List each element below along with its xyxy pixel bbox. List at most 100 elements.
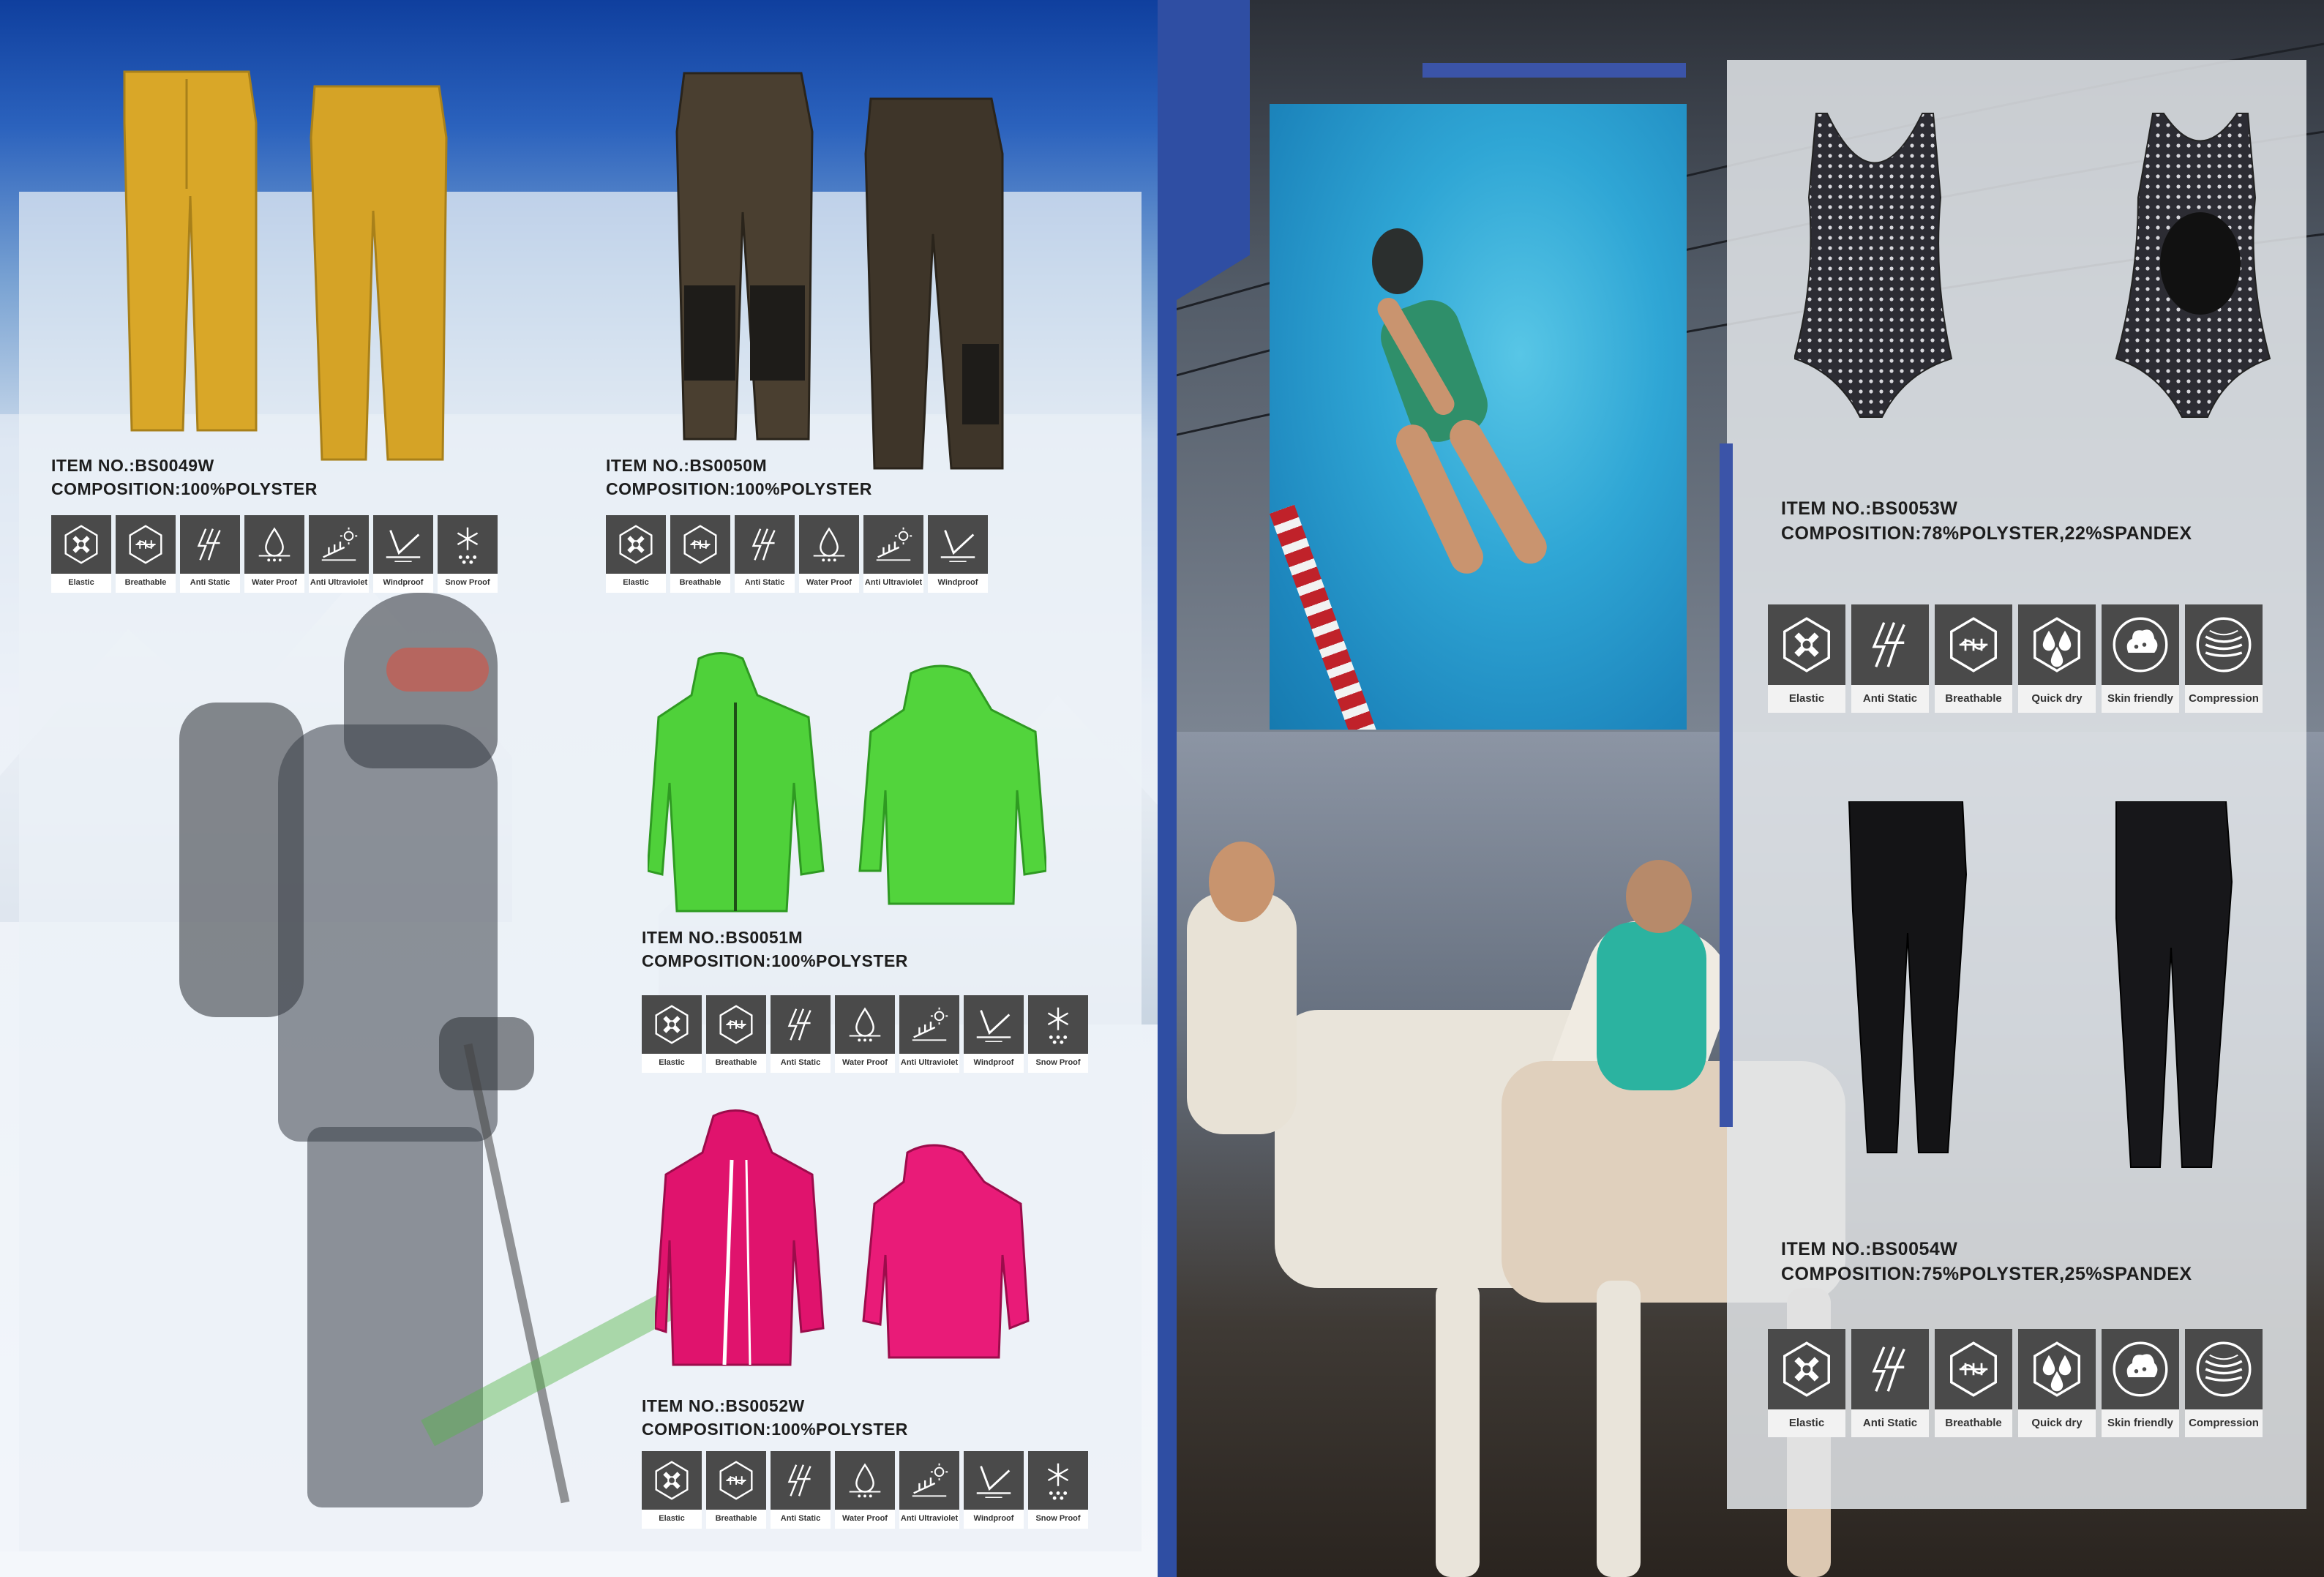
feature-label: Elastic [1788, 692, 1825, 705]
feature-badge: Elastic [51, 515, 111, 593]
snow-proof-icon [1028, 1451, 1088, 1510]
elastic-icon [1768, 1329, 1845, 1409]
feature-badge: Windproof [964, 995, 1024, 1073]
item-number: ITEM NO.:BS0051M [642, 928, 803, 947]
feature-badge: Anti Static [771, 1451, 831, 1529]
feature-label: Anti Static [190, 578, 230, 588]
product-image-bs0052w [655, 1109, 1030, 1366]
breathable-icon [1935, 604, 2012, 685]
feature-badge: Compression [2185, 1329, 2263, 1437]
feature-label: Anti Ultraviolet [310, 578, 368, 588]
anti-ultraviolet-icon [899, 1451, 959, 1510]
product-label-bs0050m: ITEM NO.:BS0050M COMPOSITION:100%POLYSTE… [606, 454, 872, 501]
feature-badge: Snow Proof [1028, 995, 1088, 1073]
feature-label: Snow Proof [1035, 1514, 1081, 1524]
feature-label: Anti Static [780, 1058, 821, 1068]
composition: COMPOSITION:100%POLYSTER [642, 951, 908, 970]
feature-badge: Water Proof [244, 515, 304, 593]
feature-badge: Windproof [964, 1451, 1024, 1529]
elastic-icon [642, 1451, 702, 1510]
feature-badge: Elastic [642, 1451, 702, 1529]
feature-label: Anti Static [744, 578, 785, 588]
feature-label: Quick dry [2031, 692, 2083, 705]
page-divider-accent [1177, 0, 1250, 300]
item-number: ITEM NO.:BS0054W [1781, 1239, 1958, 1259]
feature-label: Anti Static [1862, 692, 1918, 705]
breathable-icon [1935, 1329, 2012, 1409]
anti-static-icon [771, 995, 831, 1054]
accent-bar [1720, 443, 1733, 1127]
product-label-bs0051m: ITEM NO.:BS0051M COMPOSITION:100%POLYSTE… [642, 926, 908, 973]
product-label-bs0054w: ITEM NO.:BS0054W COMPOSITION:75%POLYSTER… [1781, 1237, 2192, 1286]
feature-badge: Anti Static [1851, 604, 1929, 713]
feature-badge: Compression [2185, 604, 2263, 713]
feature-label: Elastic [659, 1514, 685, 1524]
feature-label: Windproof [937, 578, 978, 588]
feature-badge: Snow Proof [438, 515, 498, 593]
feature-label: Compression [2189, 1417, 2259, 1430]
feature-label: Breathable [124, 578, 167, 588]
feature-label: Snow Proof [445, 578, 490, 588]
compression-icon [2185, 604, 2263, 685]
anti-static-icon [1851, 1329, 1929, 1409]
feature-badge: Anti Static [735, 515, 795, 593]
anti-ultraviolet-icon [309, 515, 369, 574]
feature-label: Anti Static [1862, 1417, 1918, 1430]
anti-static-icon [735, 515, 795, 574]
item-number: ITEM NO.:BS0049W [51, 456, 214, 475]
quick-dry-icon [2018, 604, 2096, 685]
feature-label: Windproof [383, 578, 424, 588]
feature-badge: Elastic [1768, 1329, 1845, 1437]
feature-icons-bs0049w: Elastic Breathable Anti Static Water Proof A… [51, 515, 498, 593]
elastic-icon [642, 995, 702, 1054]
anti-static-icon [1851, 604, 1929, 685]
anti-static-icon [771, 1451, 831, 1510]
feature-badge: Elastic [606, 515, 666, 593]
water-proof-icon [835, 1451, 895, 1510]
feature-badge: Anti Ultraviolet [863, 515, 923, 593]
windproof-icon [964, 1451, 1024, 1510]
item-number: ITEM NO.:BS0052W [642, 1396, 805, 1415]
feature-label: Snow Proof [1035, 1058, 1081, 1068]
feature-badge: Skin friendly [2102, 1329, 2179, 1437]
feature-badge: Water Proof [799, 515, 859, 593]
feature-icons-bs0050m: Elastic Breathable Anti Static Water Proof A… [606, 515, 988, 593]
feature-badge: Quick dry [2018, 604, 2096, 713]
feature-label: Breathable [1945, 692, 2002, 705]
product-image-bs0049w [123, 70, 448, 461]
feature-badge: Anti Ultraviolet [899, 995, 959, 1073]
feature-badge: Snow Proof [1028, 1451, 1088, 1529]
product-label-bs0052w: ITEM NO.:BS0052W COMPOSITION:100%POLYSTE… [642, 1394, 908, 1441]
feature-badge: Breathable [116, 515, 176, 593]
feature-badge: Elastic [642, 995, 702, 1073]
feature-label: Elastic [659, 1058, 685, 1068]
feature-icons-bs0052w: Elastic Breathable Anti Static Water Proof A… [642, 1451, 1088, 1529]
feature-icons-bs0051m: Elastic Breathable Anti Static Water Proof A… [642, 995, 1088, 1073]
product-image-bs0050m [675, 72, 1004, 470]
composition: COMPOSITION:100%POLYSTER [51, 479, 318, 498]
feature-badge: Skin friendly [2102, 604, 2179, 713]
breathable-icon [116, 515, 176, 574]
quick-dry-icon [2018, 1329, 2096, 1409]
breathable-icon [706, 995, 766, 1054]
feature-label: Water Proof [252, 578, 297, 588]
feature-label: Elastic [1788, 1417, 1825, 1430]
feature-label: Breathable [715, 1514, 757, 1524]
feature-label: Breathable [679, 578, 721, 588]
feature-label: Anti Static [780, 1514, 821, 1524]
feature-label: Elastic [623, 578, 649, 588]
breathable-icon [706, 1451, 766, 1510]
feature-label: Breathable [1945, 1417, 2002, 1430]
feature-badge: Anti Ultraviolet [899, 1451, 959, 1529]
feature-label: Skin friendly [2107, 692, 2174, 705]
product-image-bs0054w [1848, 801, 2233, 1168]
windproof-icon [373, 515, 433, 574]
feature-badge: Breathable [706, 995, 766, 1073]
feature-badge: Anti Static [180, 515, 240, 593]
composition: COMPOSITION:78%POLYSTER,22%SPANDEX [1781, 523, 2192, 544]
feature-icons-bs0054w: Elastic Anti Static Breathable Quick dry Ski… [1768, 1329, 2263, 1437]
composition: COMPOSITION:100%POLYSTER [642, 1420, 908, 1439]
water-proof-icon [244, 515, 304, 574]
feature-label: Breathable [715, 1058, 757, 1068]
composition: COMPOSITION:100%POLYSTER [606, 479, 872, 498]
